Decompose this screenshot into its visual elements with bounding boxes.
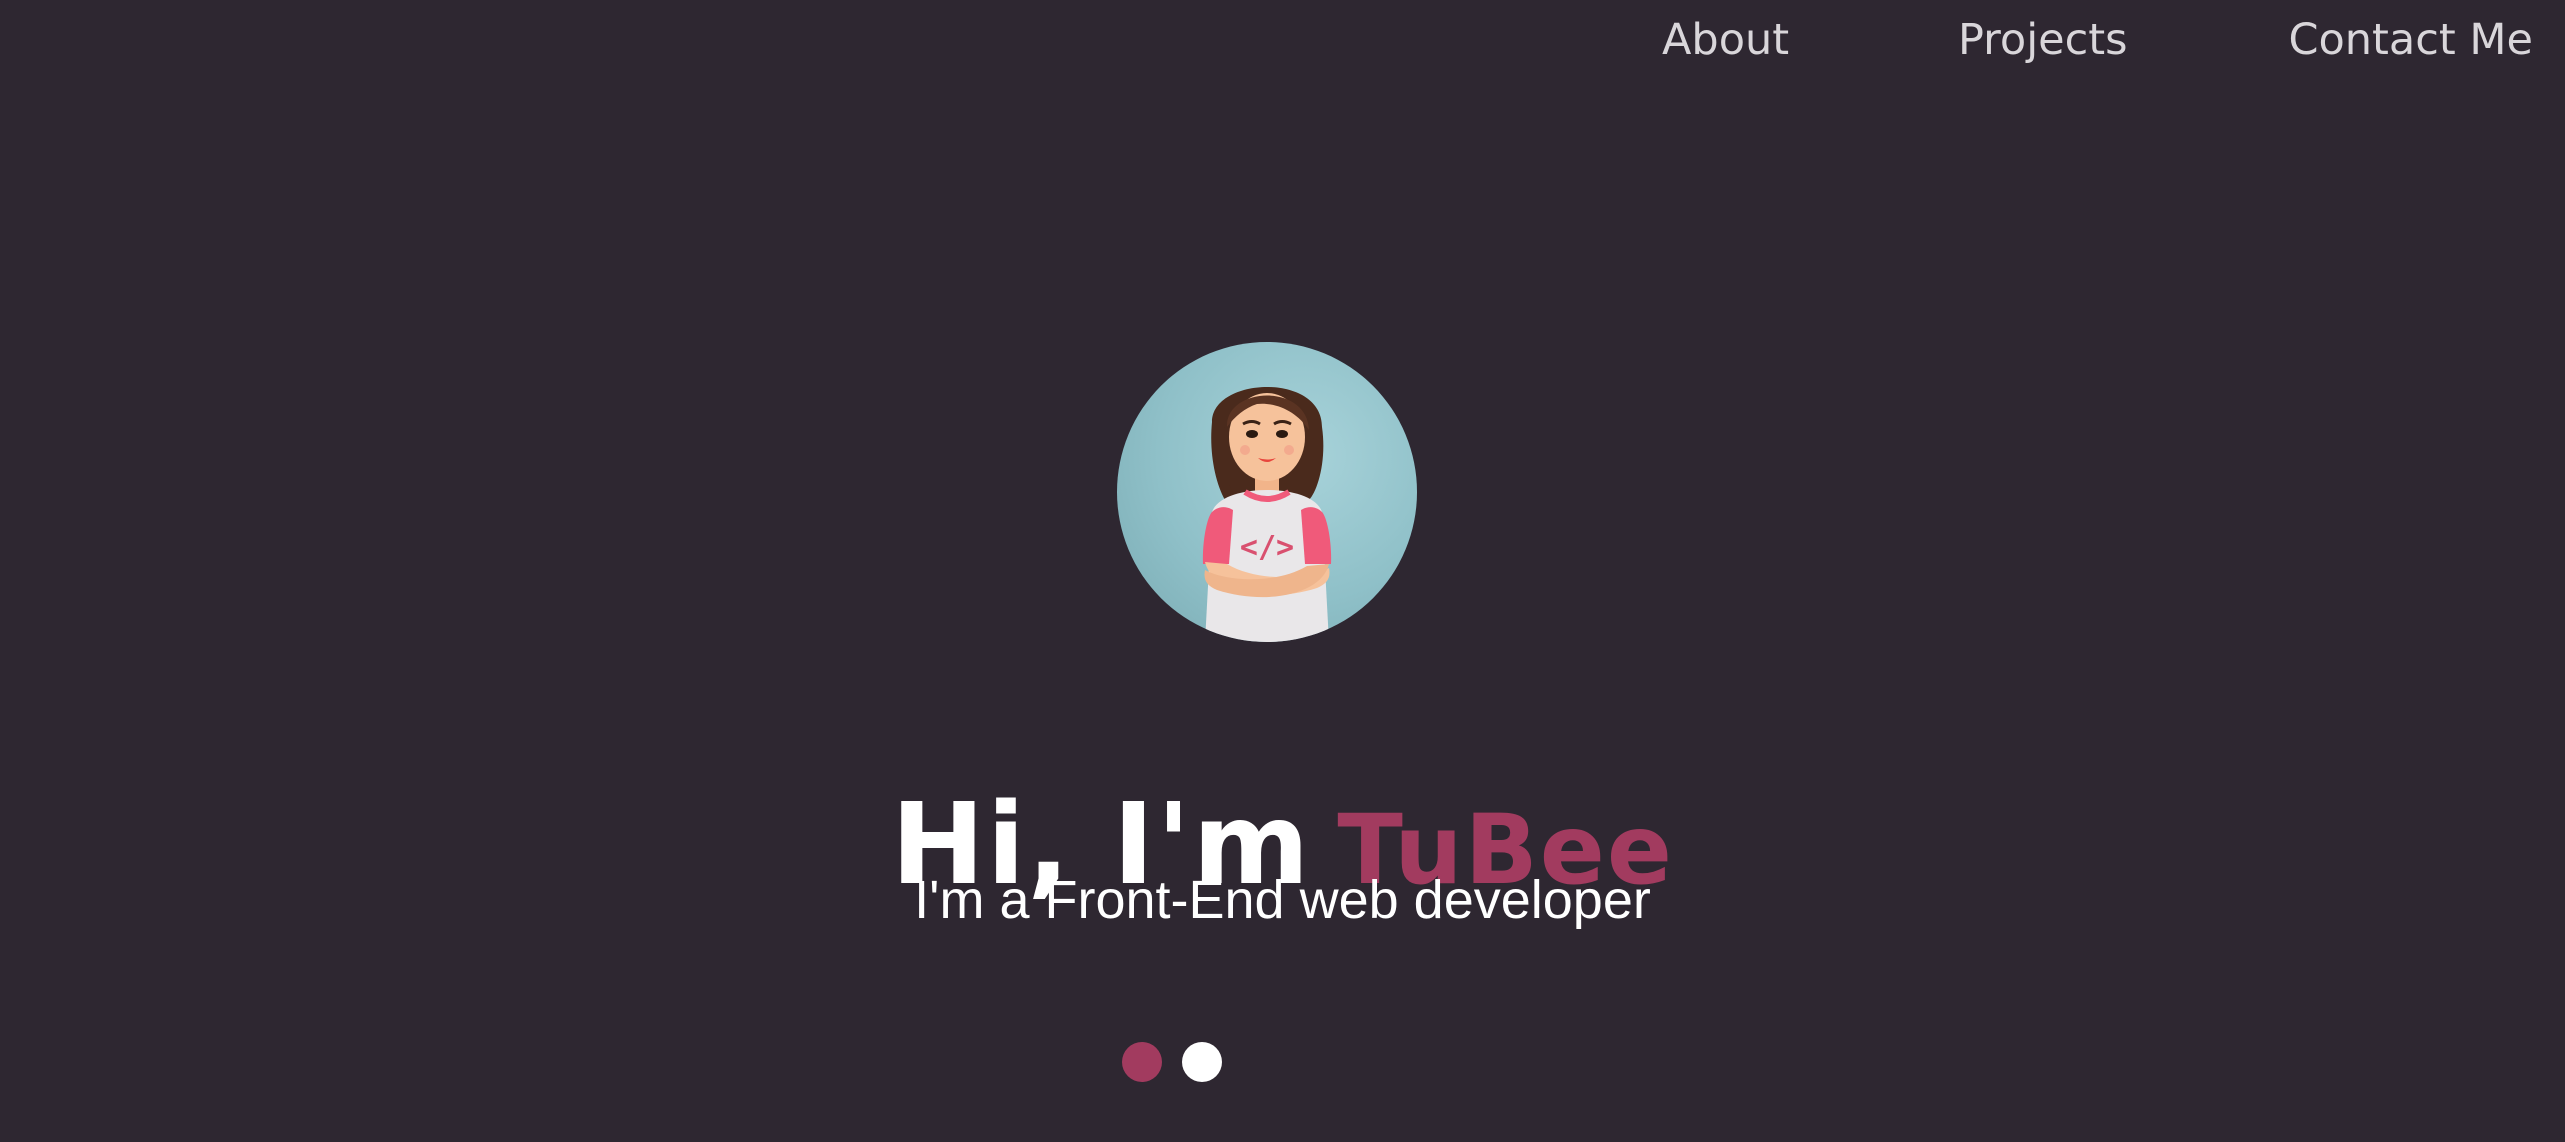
code-glyph: </>	[1240, 530, 1294, 565]
carousel-dot-1[interactable]	[1122, 1042, 1162, 1082]
carousel-dot-2[interactable]	[1182, 1042, 1222, 1082]
hero-subtitle: I'm a Front-End web developer	[914, 870, 1651, 930]
developer-avatar-icon: </>	[1202, 387, 1332, 642]
nav-link-about[interactable]: About	[1662, 10, 1789, 70]
avatar: </>	[1117, 342, 1417, 642]
nav-link-contact-me[interactable]: Contact Me	[2288, 10, 2533, 70]
nav-link-projects[interactable]: Projects	[1958, 10, 2128, 70]
top-nav: About Projects Contact Me	[0, 0, 2565, 80]
